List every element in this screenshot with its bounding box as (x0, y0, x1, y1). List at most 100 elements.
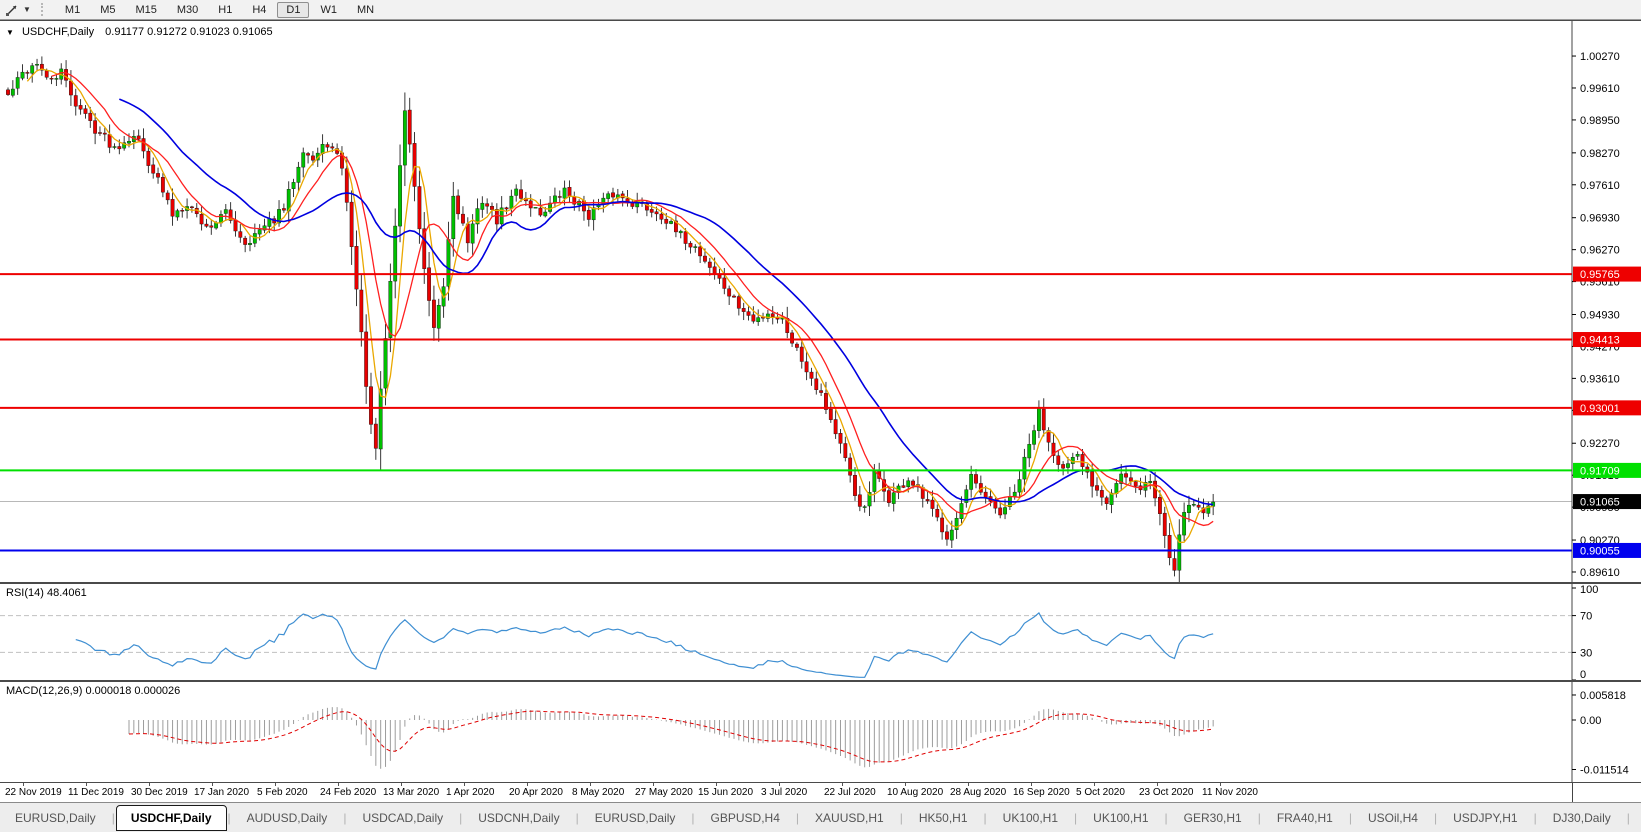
svg-text:0.93001: 0.93001 (1580, 403, 1620, 415)
date-label: 5 Oct 2020 (1076, 787, 1125, 798)
timeframe-button-mn[interactable]: MN (348, 2, 383, 18)
time-axis-tick (968, 783, 969, 786)
chart-symbol-label: USDCHF,Daily (22, 26, 94, 38)
chart-tab-usoil-h4[interactable]: USOil,H4 (1353, 805, 1433, 831)
timeframe-button-group: M1M5M15M30H1H4D1W1MN (55, 2, 384, 18)
rsi-tick-label: 30 (1580, 647, 1592, 659)
time-axis-tick (779, 783, 780, 786)
time-axis-tick (1157, 783, 1158, 786)
macd-tick-label: -0.011514 (1580, 765, 1629, 777)
rsi-tick-label: 0 (1580, 669, 1586, 680)
price-chart-panel[interactable]: ▼ USDCHF,Daily 0.91177 0.91272 0.91023 0… (0, 20, 1641, 583)
chart-tab-uk100-h1[interactable]: UK100,H1 (1078, 805, 1163, 831)
time-axis-tick (149, 783, 150, 786)
tool-dropdown-caret-icon[interactable]: ▼ (23, 5, 31, 14)
timeframe-button-h1[interactable]: H1 (209, 2, 241, 18)
collapse-chart-icon[interactable]: ▼ (6, 28, 14, 37)
price-tick-label: 0.93610 (1580, 373, 1620, 385)
time-axis-tick (212, 783, 213, 786)
time-axis-tick (842, 783, 843, 786)
date-label: 27 May 2020 (635, 787, 693, 798)
date-label: 11 Nov 2020 (1202, 787, 1258, 798)
rsi-tick-label: 70 (1580, 611, 1592, 623)
timeframe-button-h4[interactable]: H4 (243, 2, 275, 18)
timeframe-button-m30[interactable]: M30 (168, 2, 207, 18)
time-axis-tick (1094, 783, 1095, 786)
chart-tab-china300-h1[interactable]: CHINA300,H1 (1631, 805, 1641, 831)
chart-tab-fra40-h1[interactable]: FRA40,H1 (1262, 805, 1348, 831)
chart-tab-usdjpy-h1[interactable]: USDJPY,H1 (1438, 805, 1532, 831)
time-axis-tick (86, 783, 87, 786)
time-axis-tick (1220, 783, 1221, 786)
timeframe-button-w1[interactable]: W1 (311, 2, 346, 18)
date-label: 1 Apr 2020 (446, 787, 494, 798)
timeframe-button-m5[interactable]: M5 (91, 2, 124, 18)
macd-tick-label: 0.00 (1580, 715, 1601, 727)
toolbar-grip[interactable] (41, 3, 47, 16)
macd-signal-line (129, 711, 1213, 762)
chart-tab-usdcad-daily[interactable]: USDCAD,Daily (347, 805, 458, 831)
date-label: 24 Feb 2020 (320, 787, 376, 798)
chart-tab-hk50-h1[interactable]: HK50,H1 (904, 805, 983, 831)
time-axis-tick (464, 783, 465, 786)
chart-tab-usdchf-daily[interactable]: USDCHF,Daily (116, 805, 227, 831)
macd-panel[interactable]: MACD(12,26,9) 0.000018 0.000026 0.005818… (0, 681, 1641, 783)
rsi-tick-label: 100 (1580, 584, 1598, 596)
time-axis-tick (653, 783, 654, 786)
timeframe-button-m15[interactable]: M15 (126, 2, 165, 18)
candlestick-chart[interactable]: 1.002700.996100.989500.982700.976100.969… (0, 21, 1641, 582)
date-label: 22 Jul 2020 (824, 787, 876, 798)
chart-tab-gbpusd-h4[interactable]: GBPUSD,H4 (696, 805, 795, 831)
rsi-panel[interactable]: RSI(14) 48.4061 100 70 30 0 (0, 583, 1641, 681)
date-label: 13 Mar 2020 (383, 787, 439, 798)
time-axis-tick (905, 783, 906, 786)
chart-ohlc-values: 0.91177 0.91272 0.91023 0.91065 (105, 26, 272, 38)
time-axis-tick (1031, 783, 1032, 786)
timeframe-button-m1[interactable]: M1 (56, 2, 89, 18)
chart-tab-eurusd-daily[interactable]: EURUSD,Daily (0, 805, 111, 831)
date-label: 5 Feb 2020 (257, 787, 308, 798)
time-axis-tick (716, 783, 717, 786)
svg-text:0.94413: 0.94413 (1580, 335, 1620, 347)
rsi-chart[interactable]: 100 70 30 0 (0, 584, 1641, 680)
chart-tab-bar: EURUSD,Daily|USDCHF,Daily|AUDUSD,Daily|U… (0, 802, 1641, 832)
date-label: 17 Jan 2020 (194, 787, 249, 798)
price-tick-label: 0.92270 (1580, 438, 1620, 450)
chart-tab-eurusd-daily[interactable]: EURUSD,Daily (580, 805, 691, 831)
ma-24-line (119, 99, 1213, 505)
ma-10-line (52, 73, 1214, 526)
timeframe-button-d1[interactable]: D1 (277, 2, 309, 18)
date-label: 20 Apr 2020 (509, 787, 563, 798)
macd-tick-label: 0.005818 (1580, 690, 1626, 702)
price-tick-label: 1.00270 (1580, 51, 1620, 63)
price-tick-label: 0.89610 (1580, 567, 1620, 579)
rsi-indicator-label: RSI(14) 48.4061 (6, 587, 87, 599)
axis-separator (1572, 783, 1573, 802)
price-tick-label: 0.94930 (1580, 309, 1620, 321)
chart-tab-ger30-h1[interactable]: GER30,H1 (1169, 805, 1257, 831)
time-axis[interactable]: 22 Nov 201911 Dec 201930 Dec 201917 Jan … (0, 783, 1641, 802)
price-tick-label: 0.96930 (1580, 213, 1620, 225)
svg-text:0.95765: 0.95765 (1580, 269, 1620, 281)
cursor-tool-icon[interactable] (3, 2, 21, 18)
svg-text:0.91065: 0.91065 (1580, 497, 1620, 509)
svg-text:0.91709: 0.91709 (1580, 465, 1620, 477)
chart-tab-uk100-h1[interactable]: UK100,H1 (988, 805, 1073, 831)
chart-tab-audusd-daily[interactable]: AUDUSD,Daily (232, 805, 343, 831)
chart-tab-usdcnh-daily[interactable]: USDCNH,Daily (463, 805, 574, 831)
date-label: 8 May 2020 (572, 787, 624, 798)
chart-tab-xauusd-h1[interactable]: XAUUSD,H1 (800, 805, 899, 831)
date-label: 11 Dec 2019 (68, 787, 124, 798)
mt4-window: ▼ M1M5M15M30H1H4D1W1MN ▼ USDCHF,Daily 0.… (0, 0, 1641, 832)
macd-chart[interactable]: 0.005818 0.00 -0.011514 (0, 682, 1641, 782)
time-axis-tick (527, 783, 528, 786)
time-axis-tick (590, 783, 591, 786)
date-label: 30 Dec 2019 (131, 787, 188, 798)
svg-text:0.90055: 0.90055 (1580, 545, 1620, 557)
price-tick-label: 0.98950 (1580, 115, 1620, 127)
chart-tab-dj30-daily[interactable]: DJ30,Daily (1538, 805, 1626, 831)
price-tick-label: 0.97610 (1580, 180, 1620, 192)
price-tick-label: 0.99610 (1580, 83, 1620, 95)
date-label: 10 Aug 2020 (887, 787, 943, 798)
date-label: 15 Jun 2020 (698, 787, 753, 798)
